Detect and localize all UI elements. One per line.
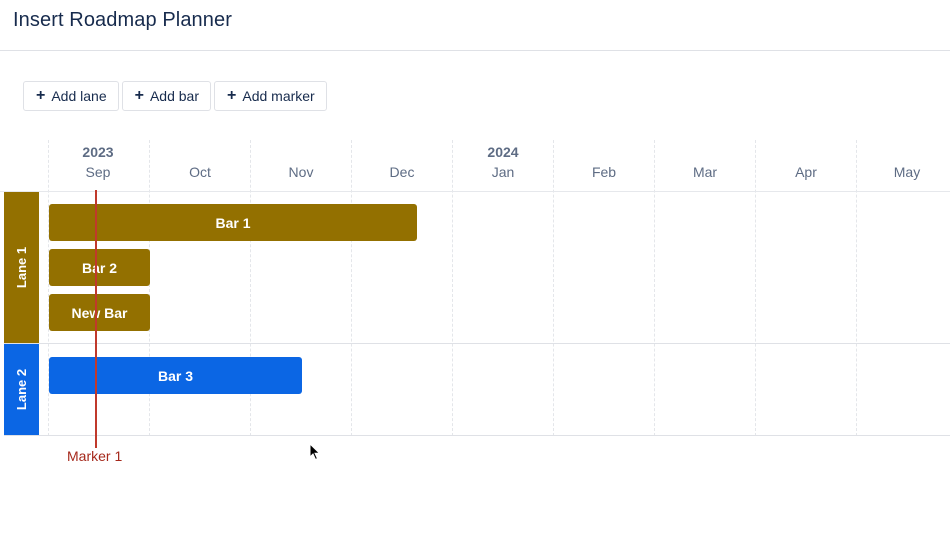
month-label: Dec [389,164,415,180]
year-label: 2024 [487,144,519,160]
add-bar-label: Add bar [149,88,200,104]
roadmap-bar[interactable]: Bar 1 [49,204,417,241]
toolbar: + Add lane + Add bar + Add marker [23,81,330,111]
month-label: Oct [189,164,211,180]
month-label: Apr [795,164,817,180]
lane-tab[interactable]: Lane 1 [4,192,39,343]
header: Insert Roadmap Planner [0,0,950,51]
lane-label: Lane 2 [14,368,29,411]
marker-line[interactable] [95,190,97,448]
month-label: Mar [692,164,718,180]
plus-icon: + [227,87,237,104]
month-label: Sep [85,164,111,180]
roadmap-bar[interactable]: Bar 3 [49,357,302,394]
roadmap-bar[interactable]: Bar 2 [49,249,150,286]
add-lane-label: Add lane [51,88,107,104]
month-label: May [893,164,921,180]
plus-icon: + [134,87,144,104]
add-marker-label: Add marker [242,88,315,104]
add-bar-button[interactable]: + Add bar [121,81,212,111]
add-marker-button[interactable]: + Add marker [214,81,327,111]
add-lane-button[interactable]: + Add lane [23,81,119,111]
marker-label[interactable]: Marker 1 [67,448,122,464]
mouse-pointer-icon [309,443,321,461]
roadmap-bar[interactable]: New Bar [49,294,150,331]
page-title: Insert Roadmap Planner [13,9,232,31]
lane-tab[interactable]: Lane 2 [4,344,39,435]
year-label: 2023 [82,144,114,160]
month-label: Jan [491,164,515,180]
plus-icon: + [36,87,46,104]
month-label: Nov [288,164,314,180]
lane-label: Lane 1 [14,246,29,289]
month-label: Feb [591,164,617,180]
